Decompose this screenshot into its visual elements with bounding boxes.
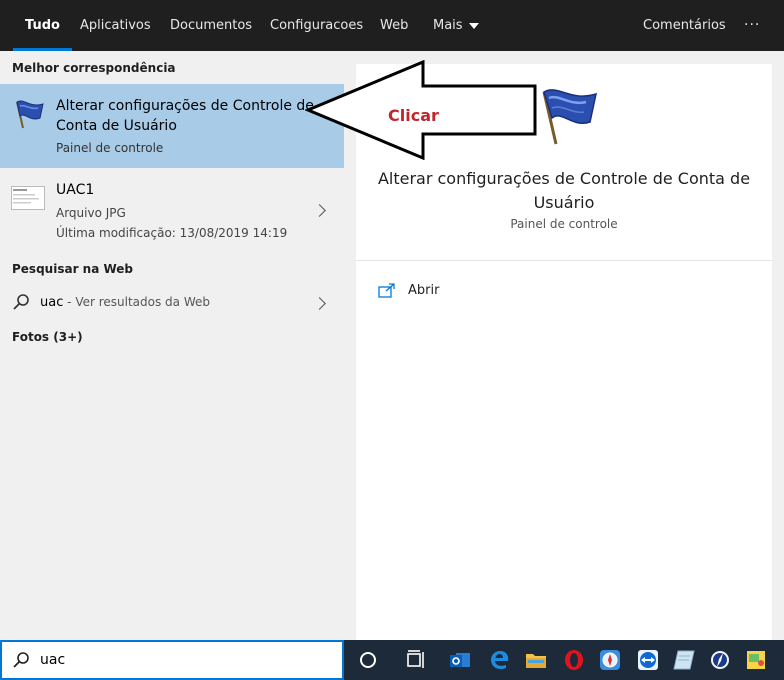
- search-icon: [13, 652, 29, 668]
- chevron-down-icon: [468, 22, 479, 29]
- open-action[interactable]: Abrir: [378, 280, 498, 302]
- image-file-icon: [11, 186, 45, 210]
- web-result-item[interactable]: uac - Ver resultados da Web: [0, 287, 344, 319]
- annotation-label: Clicar: [388, 106, 439, 125]
- preview-divider: [356, 260, 772, 261]
- taskbar: [344, 640, 784, 680]
- tab-documents[interactable]: Documentos: [170, 0, 252, 51]
- safari-icon[interactable]: [598, 648, 622, 672]
- teamviewer-icon[interactable]: [636, 648, 660, 672]
- cortana-icon[interactable]: [356, 648, 380, 672]
- web-hint: - Ver resultados da Web: [63, 295, 211, 309]
- web-query: uac: [40, 295, 64, 310]
- uac-flag-icon: [542, 89, 598, 145]
- notes-app-icon[interactable]: [672, 648, 696, 672]
- tab-more[interactable]: Mais: [433, 0, 479, 51]
- file-type: Arquivo JPG: [56, 206, 126, 220]
- edge-icon[interactable]: [488, 648, 512, 672]
- best-match-subtitle: Painel de controle: [56, 141, 164, 155]
- web-search-heading: Pesquisar na Web: [12, 262, 134, 276]
- tab-apps[interactable]: Aplicativos: [80, 0, 151, 51]
- tab-more-label: Mais: [433, 18, 463, 33]
- search-input[interactable]: uac: [40, 652, 65, 668]
- file-modified: Última modificação: 13/08/2019 14:19: [56, 226, 288, 240]
- tab-all[interactable]: Tudo: [13, 0, 72, 51]
- best-match-heading: Melhor correspondência: [12, 61, 176, 75]
- tab-settings[interactable]: Configuracoes: [270, 0, 363, 51]
- sticky-notes-icon[interactable]: [744, 648, 768, 672]
- chevron-right-icon[interactable]: [313, 297, 326, 310]
- results-panel: Melhor correspondência Alterar configura…: [0, 51, 344, 640]
- search-box[interactable]: uac: [0, 640, 344, 680]
- tab-web[interactable]: Web: [380, 0, 408, 51]
- outlook-icon[interactable]: [448, 648, 472, 672]
- opera-icon[interactable]: [562, 648, 586, 672]
- compass-app-icon[interactable]: [708, 648, 732, 672]
- photos-heading[interactable]: Fotos (3+): [12, 330, 83, 344]
- task-view-icon[interactable]: [404, 648, 428, 672]
- file-result-item[interactable]: UAC1 Arquivo JPG Última modificação: 13/…: [0, 176, 344, 246]
- open-icon: [378, 283, 395, 298]
- preview-subtitle: Painel de controle: [510, 217, 618, 231]
- preview-title: Alterar configurações de Controle de Con…: [377, 169, 751, 212]
- chevron-right-icon[interactable]: [313, 204, 326, 217]
- file-explorer-icon[interactable]: [524, 648, 548, 672]
- best-match-title: Alterar configurações de Controle de Con…: [56, 98, 314, 134]
- open-label: Abrir: [408, 283, 440, 298]
- search-icon: [13, 294, 29, 310]
- file-name: UAC1: [56, 182, 95, 198]
- more-options-button[interactable]: ···: [744, 0, 760, 51]
- search-scope-bar: Tudo Aplicativos Documentos Configuracoe…: [0, 0, 784, 51]
- best-match-item[interactable]: Alterar configurações de Controle de Con…: [0, 84, 344, 168]
- feedback-button[interactable]: Comentários: [643, 0, 726, 51]
- web-result-text: uac - Ver resultados da Web: [40, 295, 210, 310]
- uac-flag-icon: [16, 100, 44, 129]
